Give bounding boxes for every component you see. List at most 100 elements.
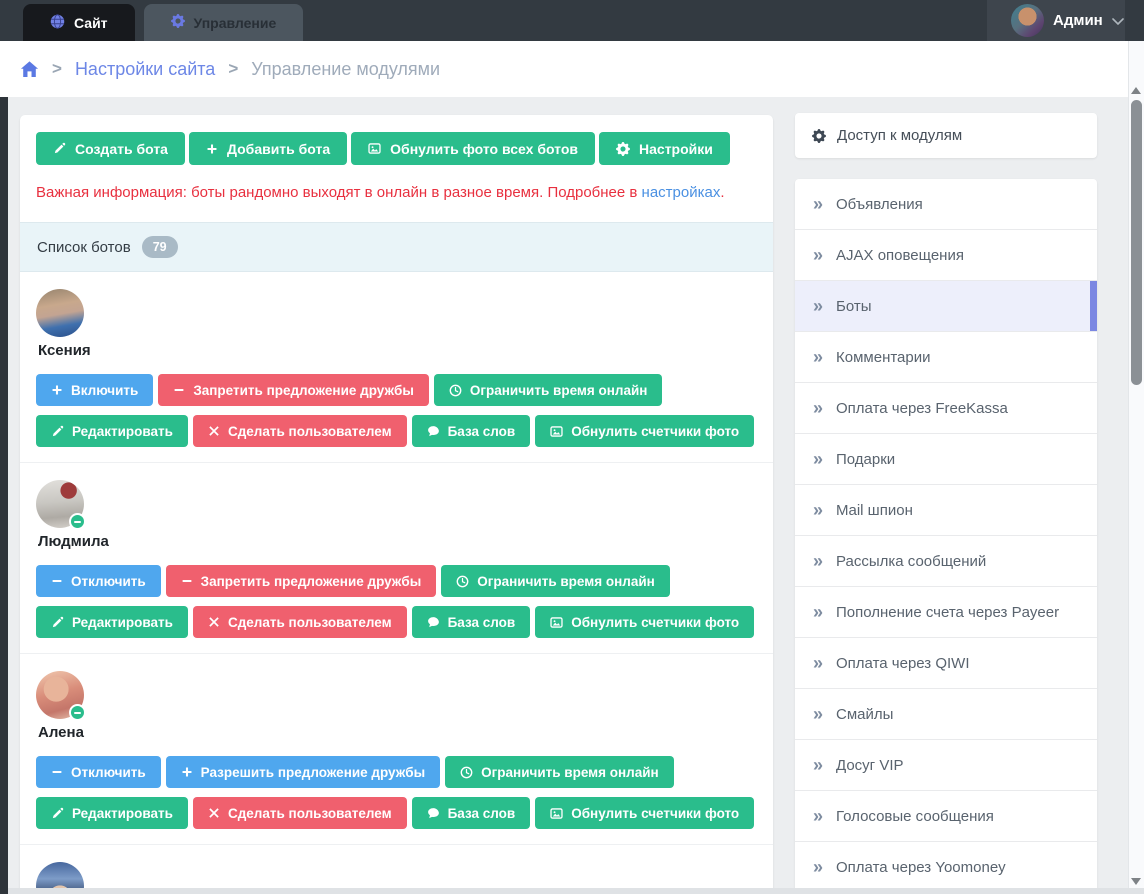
sidebar-item[interactable]: » Комментарии — [795, 332, 1097, 383]
button-label: Редактировать — [72, 614, 173, 630]
sidebar-item[interactable]: » AJAX оповещения — [795, 230, 1097, 281]
tab-site[interactable]: Сайт — [23, 4, 135, 41]
action-button[interactable]: Редактировать — [36, 797, 188, 829]
action-button[interactable]: Запретить предложение дружбы — [165, 565, 437, 597]
warning-message: Важная информация: боты рандомно выходят… — [36, 184, 642, 201]
list-header: Список ботов 79 — [20, 222, 773, 272]
sidebar-item[interactable]: » Боты — [795, 281, 1097, 332]
double-chevron-icon: » — [813, 449, 824, 469]
action-button[interactable]: Ограничить время онлайн — [441, 565, 670, 597]
main-card: Создать бота Добавить бота Обнулить фото в… — [20, 115, 773, 894]
bot-row: Ксения Включить Запретить предложение друж… — [20, 272, 773, 463]
double-chevron-icon: » — [813, 857, 824, 877]
action-button[interactable]: Запретить предложение дружбы — [158, 374, 429, 406]
plus-icon — [51, 384, 63, 396]
action-button[interactable]: Обнулить счетчики фото — [535, 415, 755, 447]
pencil-icon — [53, 142, 66, 155]
sidebar-item-label: Оплата через FreeKassa — [836, 399, 1008, 417]
action-button[interactable]: Добавить бота — [188, 132, 348, 165]
bot-name: Людмила — [38, 533, 109, 550]
action-button[interactable]: Сделать пользователем — [192, 415, 407, 447]
scroll-up-arrow[interactable] — [1131, 87, 1141, 94]
bottom-edge — [8, 888, 1144, 894]
action-button[interactable]: База слов — [411, 797, 531, 829]
bot-name: Алена — [38, 724, 84, 741]
action-button[interactable]: Включить — [36, 374, 154, 406]
bot-action-row: Редактировать Сделать пользователем База с… — [36, 797, 757, 829]
sidebar-item[interactable]: » Пополнение счета через Payeer — [795, 587, 1097, 638]
breadcrumb-link[interactable]: Настройки сайта — [75, 59, 215, 80]
action-button[interactable]: Отключить — [36, 565, 161, 597]
action-button[interactable]: Обнулить счетчики фото — [535, 797, 755, 829]
user-name: Админ — [1053, 12, 1103, 29]
action-button[interactable]: Сделать пользователем — [192, 606, 407, 638]
bot-avatar[interactable] — [36, 289, 84, 337]
double-chevron-icon: » — [813, 602, 824, 622]
sidebar-item[interactable]: » Объявления — [795, 179, 1097, 230]
double-chevron-icon: » — [813, 194, 824, 214]
button-label: Обнулить счетчики фото — [571, 614, 740, 630]
sidebar-item-label: Объявления — [836, 195, 923, 213]
action-button[interactable]: Ограничить время онлайн — [445, 756, 674, 788]
pencil-icon — [51, 616, 64, 629]
user-menu[interactable]: Админ — [987, 0, 1125, 41]
plus-icon — [181, 766, 193, 778]
button-label: Запретить предложение дружбы — [193, 382, 414, 398]
home-icon[interactable] — [20, 60, 39, 79]
bot-list: Ксения Включить Запретить предложение друж… — [20, 272, 773, 894]
double-chevron-icon: » — [813, 704, 824, 724]
bot-avatar[interactable] — [36, 480, 86, 530]
action-button[interactable]: Обнулить фото всех ботов — [351, 132, 596, 165]
scroll-down-arrow[interactable] — [1131, 878, 1141, 885]
button-label: Добавить бота — [226, 140, 331, 157]
sidebar-item[interactable]: » Mail шпион — [795, 485, 1097, 536]
sidebar-item[interactable]: » Рассылка сообщений — [795, 536, 1097, 587]
tab-management[interactable]: Управление — [143, 4, 304, 41]
sidebar-item-label: Оплата через Yoomoney — [836, 858, 1006, 876]
gear-icon — [812, 128, 826, 143]
action-button[interactable]: Настройки — [599, 132, 730, 165]
action-button[interactable]: Создать бота — [36, 132, 185, 165]
action-button[interactable]: База слов — [411, 415, 531, 447]
scrollbar-thumb[interactable] — [1131, 100, 1142, 385]
sidebar-item[interactable]: » Смайлы — [795, 689, 1097, 740]
action-button[interactable]: Обнулить счетчики фото — [535, 606, 755, 638]
double-chevron-icon: » — [813, 245, 824, 265]
action-button[interactable]: Редактировать — [36, 415, 188, 447]
double-chevron-icon: » — [813, 653, 824, 673]
pencil-icon — [51, 425, 64, 438]
bot-row: Людмила Отключить Запретить предложение др… — [20, 463, 773, 654]
button-label: Ограничить время онлайн — [477, 573, 655, 589]
cross-icon — [208, 616, 220, 628]
image-icon — [550, 616, 563, 629]
sidebar-item[interactable]: » Досуг VIP — [795, 740, 1097, 791]
action-button[interactable]: Отключить — [36, 756, 161, 788]
button-label: Отключить — [71, 573, 146, 589]
bot-actions: Включить Запретить предложение дружбы Огра… — [36, 374, 757, 447]
sidebar-item[interactable]: » Голосовые сообщения — [795, 791, 1097, 842]
action-button[interactable]: Разрешить предложение дружбы — [165, 756, 441, 788]
scrollbar[interactable] — [1128, 41, 1144, 894]
button-label: Отключить — [71, 764, 146, 780]
image-icon — [550, 807, 563, 820]
sidebar-item-label: Смайлы — [836, 705, 894, 723]
sidebar-item[interactable]: » Оплата через FreeKassa — [795, 383, 1097, 434]
bot-avatar[interactable] — [36, 671, 86, 721]
warning-text: Важная информация: боты рандомно выходят… — [20, 165, 773, 222]
sidebar-item[interactable]: » Подарки — [795, 434, 1097, 485]
action-button[interactable]: Сделать пользователем — [192, 797, 407, 829]
action-button[interactable]: Ограничить время онлайн — [433, 374, 663, 406]
warning-link[interactable]: настройках — [642, 184, 721, 201]
action-button[interactable]: Редактировать — [36, 606, 188, 638]
sidebar-item[interactable]: » Оплата через Yoomoney — [795, 842, 1097, 893]
bot-actions: Отключить Запретить предложение дружбы Огр… — [36, 565, 757, 638]
sidebar-item-label: Комментарии — [836, 348, 931, 366]
action-button[interactable]: База слов — [411, 606, 531, 638]
button-label: Ограничить время онлайн — [481, 764, 659, 780]
sidebar-item-label: Пополнение счета через Payeer — [836, 603, 1060, 621]
sidebar-item[interactable]: » Оплата через QIWI — [795, 638, 1097, 689]
button-label: Сделать пользователем — [227, 614, 392, 630]
button-label: Сделать пользователем — [227, 805, 392, 821]
gear-icon — [616, 141, 631, 156]
bot-actions: Отключить Разрешить предложение дружбы Огр… — [36, 756, 757, 829]
